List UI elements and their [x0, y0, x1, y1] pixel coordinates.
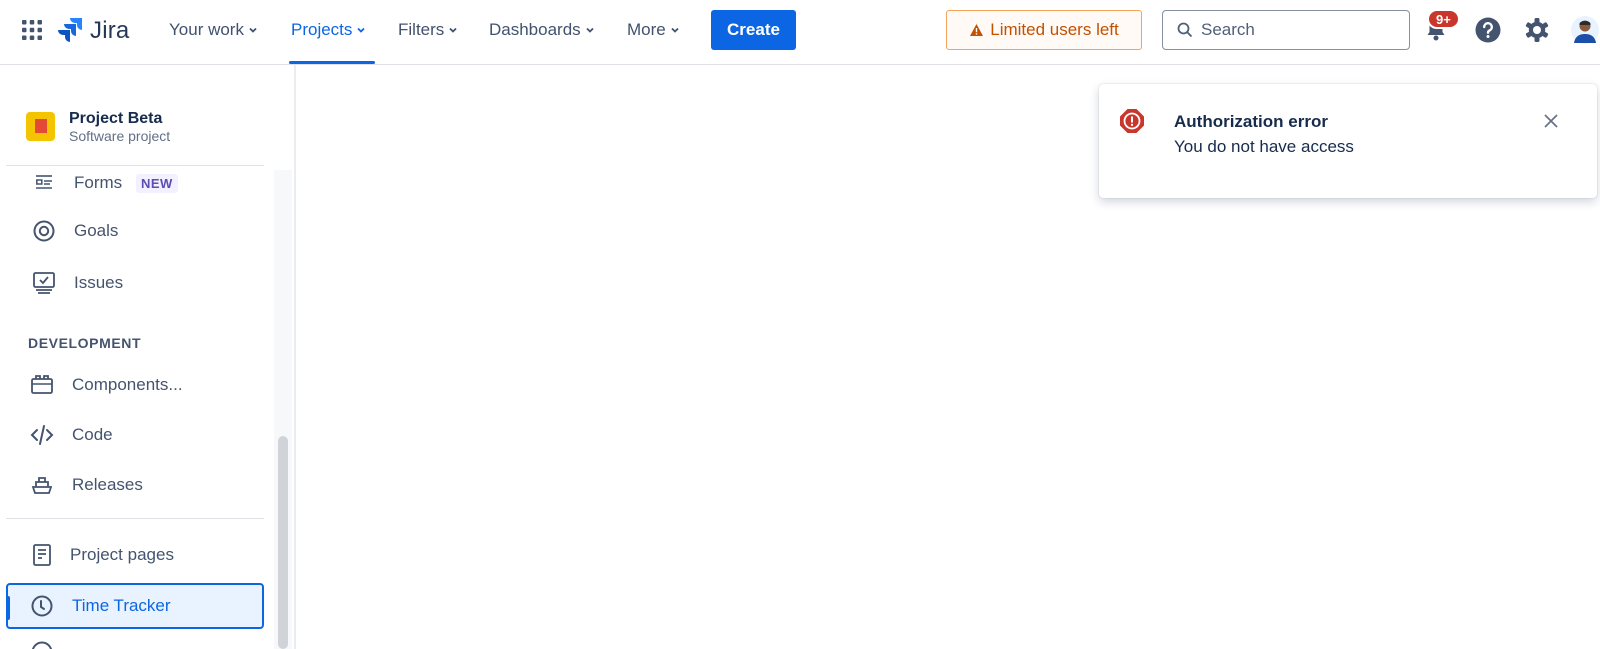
jira-logo[interactable]: Jira	[58, 14, 129, 48]
sidebar-item-label: Code	[72, 425, 113, 444]
settings-button[interactable]	[1522, 15, 1552, 45]
sidebar-item-cutoff[interactable]	[30, 640, 54, 649]
limited-users-label: Limited users left	[990, 20, 1119, 39]
sidebar-item-label: Project pages	[70, 545, 174, 564]
nav-projects-label: Projects	[291, 20, 353, 39]
nav-more-label: More	[627, 20, 666, 39]
flag-title: Authorization error	[1174, 112, 1328, 131]
sidebar-item-label: Releases	[72, 475, 143, 494]
chevron-down-icon	[249, 27, 257, 33]
goals-icon	[32, 219, 56, 243]
authorization-error-flag: Authorization error You do not have acce…	[1099, 84, 1597, 198]
chevron-down-icon	[449, 27, 457, 33]
project-avatar-icon	[26, 111, 55, 141]
notification-count-badge: 9+	[1427, 9, 1460, 29]
search-box[interactable]	[1162, 10, 1410, 50]
page-icon	[30, 543, 54, 567]
profile-avatar[interactable]	[1570, 15, 1600, 45]
clock-icon	[30, 594, 54, 618]
sidebar-border	[294, 65, 296, 649]
active-nav-indicator	[289, 61, 375, 64]
sidebar-item-label: Issues	[74, 273, 124, 292]
jira-logo-icon	[58, 16, 84, 47]
sidebar-item-releases[interactable]: Releases	[6, 462, 264, 508]
close-icon	[1544, 114, 1558, 128]
sidebar-scrollbar[interactable]	[278, 436, 288, 649]
new-lozenge: NEW	[136, 173, 178, 193]
sidebar-item-label: Components...	[72, 375, 183, 394]
help-icon	[1475, 17, 1501, 43]
sidebar-item-label: Goals	[74, 221, 119, 240]
chevron-down-icon	[586, 27, 594, 33]
limited-users-button[interactable]: Limited users left	[946, 10, 1142, 50]
logo-text: Jira	[90, 17, 130, 44]
code-icon	[30, 423, 54, 447]
nav-filters-label: Filters	[398, 20, 445, 39]
search-icon	[1177, 22, 1193, 38]
components-icon	[30, 373, 54, 397]
sidebar-item-code[interactable]: Code	[6, 412, 264, 458]
app-switcher-icon[interactable]	[22, 20, 42, 40]
top-navigation: Jira Your work Projects Filters Dashboar…	[0, 0, 1600, 65]
selected-item-indicator	[6, 596, 10, 620]
sidebar-item-time-tracker[interactable]: Time Tracker	[6, 583, 264, 629]
avatar-icon	[1571, 16, 1599, 44]
help-button[interactable]	[1473, 15, 1503, 45]
section-header-development: DEVELOPMENT	[28, 335, 142, 351]
project-name: Project Beta	[69, 109, 163, 127]
settings-icon	[1525, 18, 1549, 42]
sidebar-item-project-pages[interactable]: Project pages	[6, 532, 264, 578]
nav-your-work[interactable]: Your work	[169, 18, 258, 42]
warning-icon	[970, 24, 984, 36]
chevron-down-icon	[357, 27, 366, 33]
divider	[6, 518, 264, 519]
circle-icon	[31, 641, 53, 649]
releases-icon	[30, 473, 54, 497]
project-header[interactable]: Project Beta Software project	[26, 108, 170, 144]
project-type: Software project	[69, 127, 171, 144]
nav-dashboards[interactable]: Dashboards	[489, 18, 595, 42]
nav-projects[interactable]: Projects	[291, 18, 366, 42]
sidebar-item-issues[interactable]: Issues	[6, 260, 264, 306]
nav-your-work-label: Your work	[169, 20, 244, 39]
error-icon	[1119, 108, 1145, 134]
search-input[interactable]	[1201, 20, 1391, 40]
flag-description: You do not have access	[1174, 137, 1354, 156]
sidebar-item-components[interactable]: Components...	[6, 362, 264, 408]
close-button[interactable]	[1539, 109, 1563, 133]
sidebar-item-goals[interactable]: Goals	[6, 208, 264, 254]
forms-icon	[32, 171, 56, 195]
sidebar-item-forms[interactable]: Forms NEW	[6, 160, 264, 206]
sidebar-item-label: Time Tracker	[72, 596, 171, 615]
issues-icon	[32, 271, 56, 295]
nav-more[interactable]: More	[627, 18, 680, 42]
nav-filters[interactable]: Filters	[398, 18, 458, 42]
create-button[interactable]: Create	[711, 10, 796, 50]
sidebar-item-label: Forms	[74, 173, 123, 192]
chevron-down-icon	[671, 27, 679, 33]
nav-dashboards-label: Dashboards	[489, 20, 581, 39]
